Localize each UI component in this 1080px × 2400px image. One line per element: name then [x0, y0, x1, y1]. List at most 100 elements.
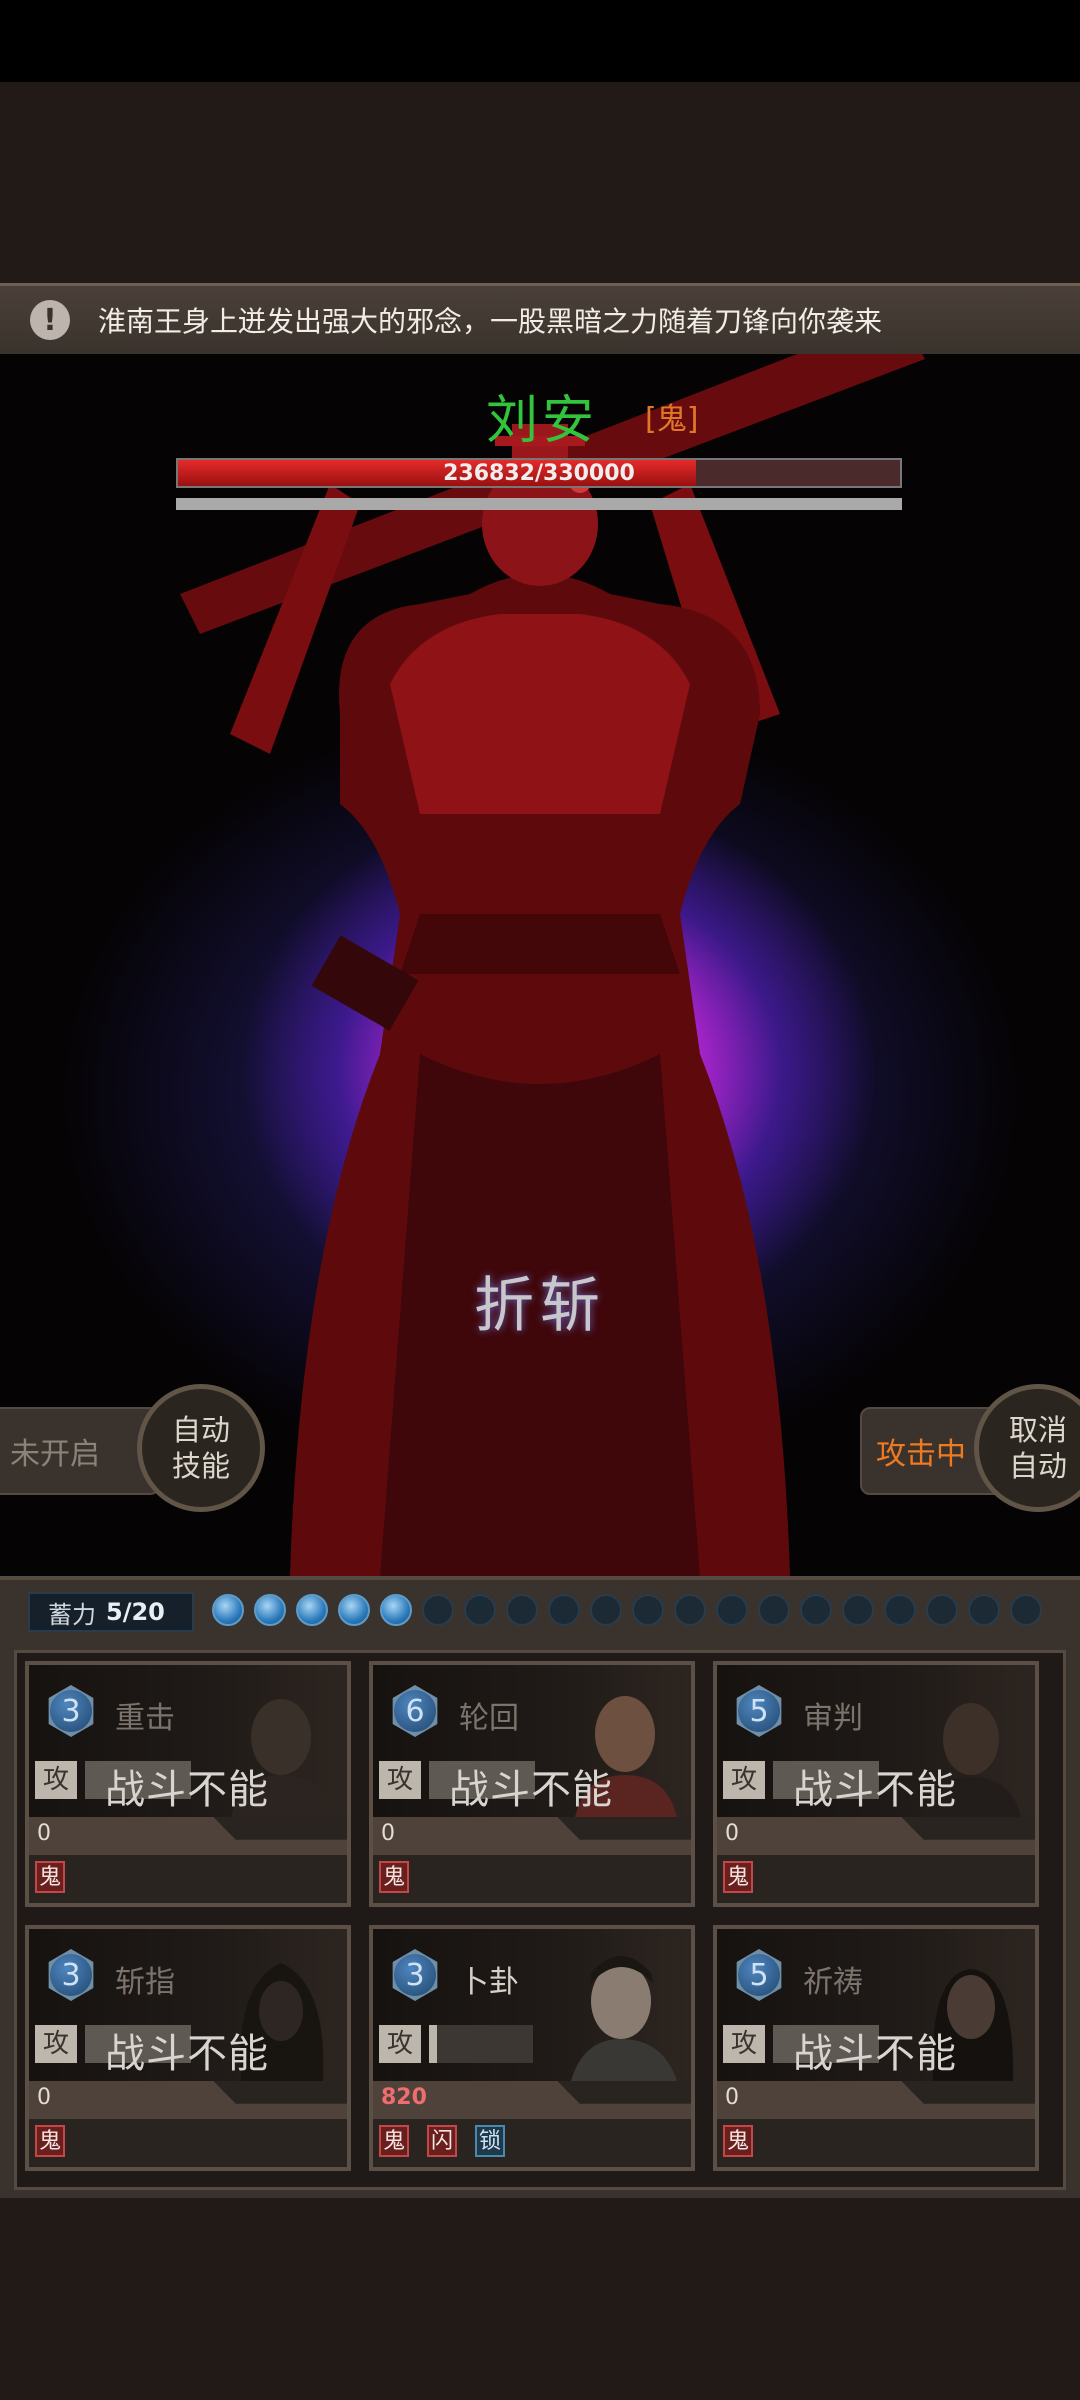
energy-orbs [212, 1594, 1042, 1632]
value-strip [29, 2081, 347, 2119]
tag-ghost: 鬼 [723, 1861, 753, 1893]
card-tags: 鬼 [35, 1861, 65, 1893]
skill-card-4[interactable]: 3 斩指 攻 战斗不能 0 鬼 [25, 1925, 351, 2171]
card-tags: 鬼 [723, 2125, 753, 2157]
energy-orb-empty [422, 1594, 454, 1626]
value-strip [373, 1817, 691, 1855]
boss-hp-bar: 236832/330000 [176, 458, 902, 488]
energy-orb-empty [842, 1594, 874, 1626]
card-tags: 鬼 [35, 2125, 65, 2157]
level-badge: 3 [392, 1949, 438, 2001]
exclamation-icon: ! [30, 300, 70, 340]
battle-scene: 刘安 [鬼] 236832/330000 折斩 未开启 自动 技能 攻击中 取消… [0, 354, 1080, 1576]
skill-name: 祈祷 [803, 1965, 863, 2000]
skill-card-6[interactable]: 5 祈祷 攻 战斗不能 0 鬼 [713, 1925, 1039, 2171]
boss-hp-text: 236832/330000 [443, 461, 635, 486]
auto-skill-button-label: 自动 技能 [171, 1413, 230, 1483]
skill-name: 斩指 [115, 1965, 175, 2000]
battle-notice: ! 淮南王身上迸发出强大的邪念，一股黑暗之力随着刀锋向你袭来 [0, 283, 1080, 357]
energy-orb-filled [254, 1594, 286, 1626]
level-value: 5 [738, 1690, 780, 1732]
energy-orb-filled [212, 1594, 244, 1626]
skill-cards: 3 重击 攻 战斗不能 0 鬼 6 轮回 攻 战斗不能 0 鬼 5 审判 攻 战… [14, 1650, 1066, 2190]
energy-orb-empty [1010, 1594, 1042, 1626]
skill-name: 审判 [803, 1701, 863, 1736]
energy-badge: 蓄力 5/20 [28, 1592, 194, 1632]
energy-orb-empty [926, 1594, 958, 1626]
energy-orb-empty [674, 1594, 706, 1626]
card-tags: 鬼 闪 锁 [379, 2125, 505, 2157]
skill-name: 卜卦 [459, 1965, 519, 2000]
energy-orb-empty [968, 1594, 1000, 1626]
level-badge: 5 [736, 1949, 782, 2001]
level-badge: 5 [736, 1685, 782, 1737]
attack-type-tag: 攻 [35, 2025, 77, 2063]
status-text: 战斗不能 [449, 1767, 613, 1813]
boss-figure [180, 354, 925, 1576]
tag-ghost: 鬼 [35, 1861, 65, 1893]
boss-type-tag: [鬼] [645, 402, 699, 437]
skill-name: 轮回 [459, 1701, 519, 1736]
card-value: 0 [37, 2085, 51, 2110]
card-header: 3 卜卦 攻 [373, 1929, 691, 2081]
value-strip [717, 1817, 1035, 1855]
energy-value: 5/20 [106, 1598, 165, 1626]
attack-type-tag: 攻 [723, 2025, 765, 2063]
attack-type-tag: 攻 [723, 1761, 765, 1799]
skill-card-5[interactable]: 3 卜卦 攻 820 鬼 闪 锁 [369, 1925, 695, 2171]
level-badge: 6 [392, 1685, 438, 1737]
level-value: 3 [394, 1954, 436, 1996]
level-value: 5 [738, 1954, 780, 1996]
value-strip [29, 1817, 347, 1855]
status-text: 战斗不能 [793, 2031, 957, 2077]
card-value: 820 [381, 2085, 427, 2110]
boss-name: 刘安 [486, 391, 599, 451]
tag-ghost: 鬼 [35, 2125, 65, 2157]
energy-orb-empty [632, 1594, 664, 1626]
energy-orb-filled [380, 1594, 412, 1626]
skill-name: 重击 [115, 1701, 175, 1736]
level-value: 6 [394, 1690, 436, 1732]
energy-orb-empty [758, 1594, 790, 1626]
attack-status-label: 攻击中 [876, 1437, 966, 1472]
skill-card-1[interactable]: 3 重击 攻 战斗不能 0 鬼 [25, 1661, 351, 1907]
card-tags: 鬼 [379, 1861, 409, 1893]
value-strip [717, 2081, 1035, 2119]
energy-orb-empty [884, 1594, 916, 1626]
energy-orb-empty [464, 1594, 496, 1626]
current-skill-name: 折斩 [474, 1271, 606, 1341]
level-value: 3 [50, 1690, 92, 1732]
bottom-background [0, 2198, 1080, 2400]
attack-type-tag: 攻 [379, 1761, 421, 1799]
card-value: 0 [37, 1821, 51, 1846]
card-header: 3 斩指 攻 战斗不能 [29, 1929, 347, 2081]
auto-skill-status: 未开启 [0, 1407, 160, 1495]
energy-label: 蓄力 [48, 1600, 96, 1629]
card-tags: 鬼 [723, 1861, 753, 1893]
card-header: 3 重击 攻 战斗不能 [29, 1665, 347, 1817]
level-badge: 3 [48, 1685, 94, 1737]
card-value: 0 [725, 1821, 739, 1846]
card-header: 5 审判 攻 战斗不能 [717, 1665, 1035, 1817]
energy-orb-empty [800, 1594, 832, 1626]
attack-type-tag: 攻 [379, 2025, 421, 2063]
card-header: 6 轮回 攻 战斗不能 [373, 1665, 691, 1817]
status-text: 战斗不能 [105, 2031, 269, 2077]
cooldown-progress [429, 2025, 437, 2063]
skill-card-2[interactable]: 6 轮回 攻 战斗不能 0 鬼 [369, 1661, 695, 1907]
card-value: 0 [381, 1821, 395, 1846]
energy-orb-empty [590, 1594, 622, 1626]
tag-flash: 闪 [427, 2125, 457, 2157]
tag-ghost: 鬼 [379, 1861, 409, 1893]
card-header: 5 祈祷 攻 战斗不能 [717, 1929, 1035, 2081]
skill-card-3[interactable]: 5 审判 攻 战斗不能 0 鬼 [713, 1661, 1039, 1907]
energy-orb-empty [716, 1594, 748, 1626]
status-bar [0, 0, 1080, 82]
attack-type-tag: 攻 [35, 1761, 77, 1799]
cooldown-bar [429, 2025, 533, 2063]
auto-skill-button[interactable]: 自动 技能 [137, 1384, 265, 1512]
level-badge: 3 [48, 1949, 94, 2001]
tag-ghost: 鬼 [723, 2125, 753, 2157]
skill-panel: 蓄力 5/20 3 重击 攻 战斗不能 0 鬼 6 轮回 攻 战斗不能 0 鬼 … [0, 1576, 1080, 2198]
status-text: 战斗不能 [793, 1767, 957, 1813]
